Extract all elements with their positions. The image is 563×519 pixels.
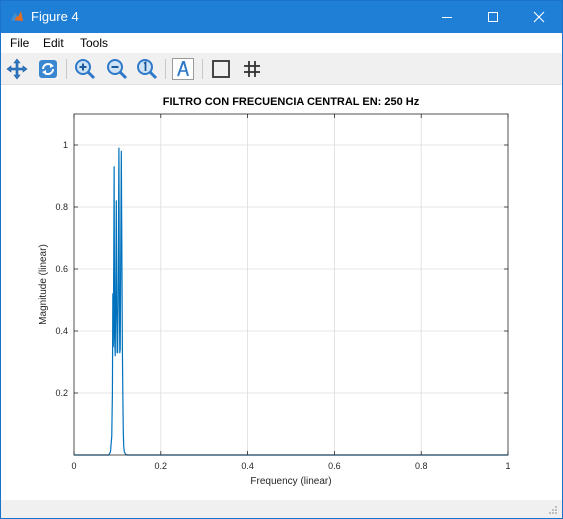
x-tick-label: 0.2 — [155, 461, 168, 471]
x-tick-label: 0 — [71, 461, 76, 471]
minimize-icon — [442, 17, 452, 18]
menu-bar: File Edit Tools — [1, 33, 562, 53]
x-axis-label: Frequency (linear) — [250, 476, 331, 487]
menu-edit[interactable]: Edit — [43, 36, 64, 50]
y-axis-label: Magnitude (linear) — [38, 244, 49, 325]
zoom-reset-icon[interactable] — [135, 57, 159, 81]
x-tick-label: 0.6 — [328, 461, 341, 471]
x-tick-label: 0.4 — [241, 461, 254, 471]
toolbar-separator — [66, 59, 67, 79]
close-button[interactable] — [516, 1, 562, 33]
text-annotation-icon[interactable] — [171, 57, 195, 81]
y-tick-label: 0.6 — [55, 264, 68, 274]
close-icon — [533, 11, 545, 23]
window-title: Figure 4 — [31, 9, 79, 24]
figure-canvas[interactable]: 0 0.2 0.4 0.6 0.8 1 0.2 0.4 0.6 0.8 1 FILTRO CON FR… — [1, 85, 562, 500]
zoom-out-icon[interactable] — [105, 57, 129, 81]
y-tick-label: 1 — [63, 140, 68, 150]
x-tick-label: 0.8 — [415, 461, 428, 471]
toolbar-separator — [202, 59, 203, 79]
pan-icon[interactable] — [5, 57, 29, 81]
y-tick-label: 0.4 — [55, 326, 68, 336]
x-tick-label: 1 — [505, 461, 510, 471]
y-tick-label: 0.2 — [55, 388, 68, 398]
y-tick-label: 0.8 — [55, 202, 68, 212]
menu-tools[interactable]: Tools — [80, 36, 108, 50]
status-bar — [1, 500, 562, 518]
menu-file[interactable]: File — [10, 36, 29, 50]
box-toggle-icon[interactable] — [209, 57, 233, 81]
title-bar[interactable]: Figure 4 — [1, 1, 562, 33]
plot-area — [74, 114, 508, 455]
maximize-button[interactable] — [470, 1, 516, 33]
chart-title: FILTRO CON FRECUENCIA CENTRAL EN: 250 Hz — [163, 96, 420, 108]
grid-toggle-icon[interactable] — [240, 57, 264, 81]
matlab-logo-icon — [11, 11, 23, 21]
toolbar — [1, 53, 562, 85]
chart[interactable]: 0 0.2 0.4 0.6 0.8 1 0.2 0.4 0.6 0.8 1 FILTRO CON FR… — [1, 85, 562, 500]
zoom-in-icon[interactable] — [73, 57, 97, 81]
minimize-button[interactable] — [424, 1, 470, 33]
figure-window: Figure 4 File Edit Tools 0 0.2 0.4 0.6 0… — [0, 0, 563, 519]
maximize-icon — [488, 12, 498, 22]
toolbar-separator — [165, 59, 166, 79]
resize-grip-icon[interactable] — [548, 505, 558, 515]
rotate-icon[interactable] — [36, 57, 60, 81]
